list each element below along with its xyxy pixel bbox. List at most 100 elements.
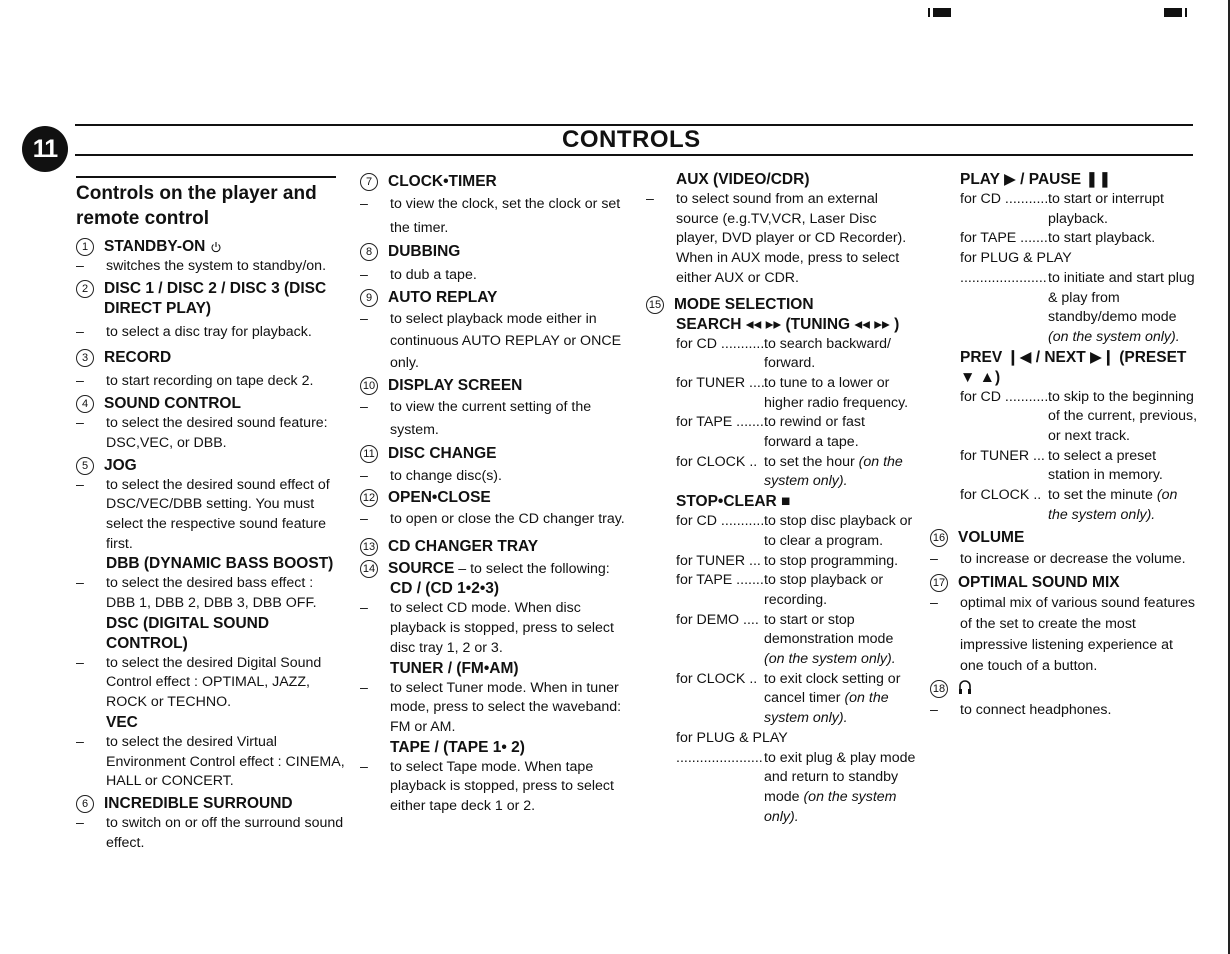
item-title: DISC CHANGE [388,444,497,462]
for-row: for DEMO .... to start or stop demonstrat… [676,611,896,668]
item-title: MODE SELECTION [674,295,814,313]
for-row: ............................to initiate … [960,269,1195,345]
item-description: – to select the desired sound feature: DS… [76,415,328,451]
plug-play-label: for PLUG & PLAY [960,250,1072,267]
item-description: – to dub a tape. [360,267,477,283]
control-item-dubbing: 8 DUBBING [360,242,635,262]
item-description: – to select the desired sound effect of D… [76,476,330,552]
control-item-auto-replay: 9 AUTO REPLAY [360,288,635,308]
item-number: 10 [360,376,378,395]
control-item-volume: 16 VOLUME [930,528,1200,548]
sub-item-title-tuner: TUNER / (FM•AM) [390,659,519,677]
item-description: – to select playback mode either in conti… [360,310,622,371]
item-number: 15 [646,295,664,314]
item-number: 1 [76,238,94,256]
item-title: DISPLAY SCREEN [388,376,523,394]
for-row: for CD ............ to start or interrupt… [960,191,1164,227]
sub-item-title-aux: AUX (VIDEO/CDR) [676,171,810,188]
control-item-open-close: 12 OPEN•CLOSE [360,488,635,508]
for-row: for CLOCK .. to set the hour (on the syst… [676,453,903,490]
control-item-standby-on: 1 STANDBY-ON [76,237,346,257]
control-item-cd-changer-tray: 13 CD CHANGER TRAY [360,537,635,557]
item-number: 2 [76,279,94,298]
control-item-mode-selection: 15 MODE SELECTION [646,295,916,315]
control-item-disc-change: 11 DISC CHANGE [360,444,635,464]
item-title: DISC 1 / DISC 2 / DISC 3 (DISC DIRECT PL… [104,279,327,317]
chapter-badge: 11 [22,126,68,172]
item-number: 8 [360,243,378,261]
control-item-optimal-sound-mix: 17 OPTIMAL SOUND MIX [930,573,1200,593]
item-description: – to increase or decrease the volume. [930,550,1186,567]
for-row: for TUNER ... to select a preset station … [960,447,1163,484]
item-description: – switches the system to standby/on. [76,258,327,274]
item-description: – to connect headphones. [930,701,1112,718]
item-description: – to switch on or off the surround sound … [76,814,344,851]
play-pause-rows: for CD ............ to start or interrupt… [930,190,1200,348]
headphones-icon [959,679,971,694]
for-row: for TUNER ... to stop programming. [676,552,899,569]
item-title: INCREDIBLE SURROUND [104,794,293,812]
control-item-source: 14 SOURCE – to select the following: [360,559,635,579]
for-row: ............................to exit plug… [676,749,916,825]
plug-play-label: for PLUG & PLAY [676,729,788,746]
sub-item-description: – to select Tuner mode. When in tuner mod… [360,679,622,735]
control-item-headphones: 18 [930,679,1200,698]
item-number: 13 [360,538,378,557]
item-title: DUBBING [388,243,461,260]
power-icon [211,241,221,253]
control-item-record: 3 RECORD [76,348,346,368]
prev-next-title: PREV ❙◀ / NEXT ▶❙ (PRESET ▼ ▲) [960,348,1187,386]
item-number: 6 [76,794,94,813]
stop-clear-title: STOP•CLEAR ■ [676,493,791,511]
sub-item-title-dbb: DBB (DYNAMIC BASS BOOST) [106,555,334,573]
control-item-disc-select: 2 DISC 1 / DISC 2 / DISC 3 (DISC DIRECT … [76,279,346,319]
for-row: for CLOCK .. to set the minute (on the sy… [960,487,1178,523]
stop-clear-rows: for CD ............ to stop disc playback… [646,512,916,827]
item-number: 11 [360,444,378,463]
sub-item-description: – to select sound from an external source… [646,191,907,286]
for-row: for TAPE ......... to stop playback or re… [676,572,884,608]
sub-item-title-vec: VEC [106,713,138,731]
sub-item-title-dsc: DSC (DIGITAL SOUND CONTROL) [106,614,270,652]
item-number: 12 [360,489,378,508]
item-number: 3 [76,349,94,368]
section-title: Controls on the player and remote contro… [76,176,336,231]
for-row: for TAPE ......... to start playback. [960,230,1156,247]
item-description: – to change disc(s). [360,467,502,484]
for-row: for TUNER .... to tune to a lower or high… [676,374,909,411]
item-number: 4 [76,395,94,414]
play-pause-title: PLAY ▶ / PAUSE ❚❚ [960,171,1112,188]
column-3: AUX (VIDEO/CDR) – to select sound from an… [646,170,916,827]
sub-item-title-cd: CD / (CD 1•2•3) [390,580,500,598]
for-row: for CD ............ to search backward/ f… [676,335,891,372]
item-description: – to view the clock, set the clock or set… [360,196,621,236]
item-number: 17 [930,573,948,592]
registration-mark-right [1164,8,1187,17]
for-row: for CD ............ to skip to the beginn… [960,388,1198,445]
item-number: 7 [360,173,378,191]
item-description: – to open or close the CD changer tray. [360,511,625,528]
for-row: for CD ............ to stop disc playback… [676,513,913,549]
item-title: AUTO REPLAY [388,288,498,306]
item-title: JOG [104,456,137,474]
for-row: for TAPE ......... to rewind or fast forw… [676,414,865,451]
sub-item-description: – to select the desired bass effect : DBB… [76,575,317,612]
sub-item-title-tape: TAPE / (TAPE 1• 2) [390,738,525,756]
for-row: for CLOCK .. to exit clock setting or can… [676,670,901,727]
column-4: PLAY ▶ / PAUSE ❚❚ for CD ............ to … [930,170,1200,720]
sub-item-description: – to select the desired Virtual Environme… [76,733,345,790]
control-item-clock-timer: 7 CLOCK•TIMER [360,172,635,192]
control-item-sound-control: 4 SOUND CONTROL [76,394,346,414]
item-title: VOLUME [958,528,1025,546]
sub-item-description: – to select the desired Digital Sound Con… [76,654,322,711]
item-number: 5 [76,456,94,475]
item-description: – optimal mix of various sound features o… [930,594,1195,674]
item-number: 16 [930,528,948,547]
page-title: CONTROLS [562,126,701,153]
registration-mark-left [928,8,951,17]
prev-next-rows: for CD ............ to skip to the beginn… [930,388,1200,526]
search-title: SEARCH ◂◂ ▸▸ (TUNING ◂◂ ▸▸ ) [676,315,900,333]
item-title: STANDBY-ON [104,237,222,257]
item-title: CLOCK•TIMER [388,173,497,190]
control-item-jog: 5 JOG [76,456,346,476]
